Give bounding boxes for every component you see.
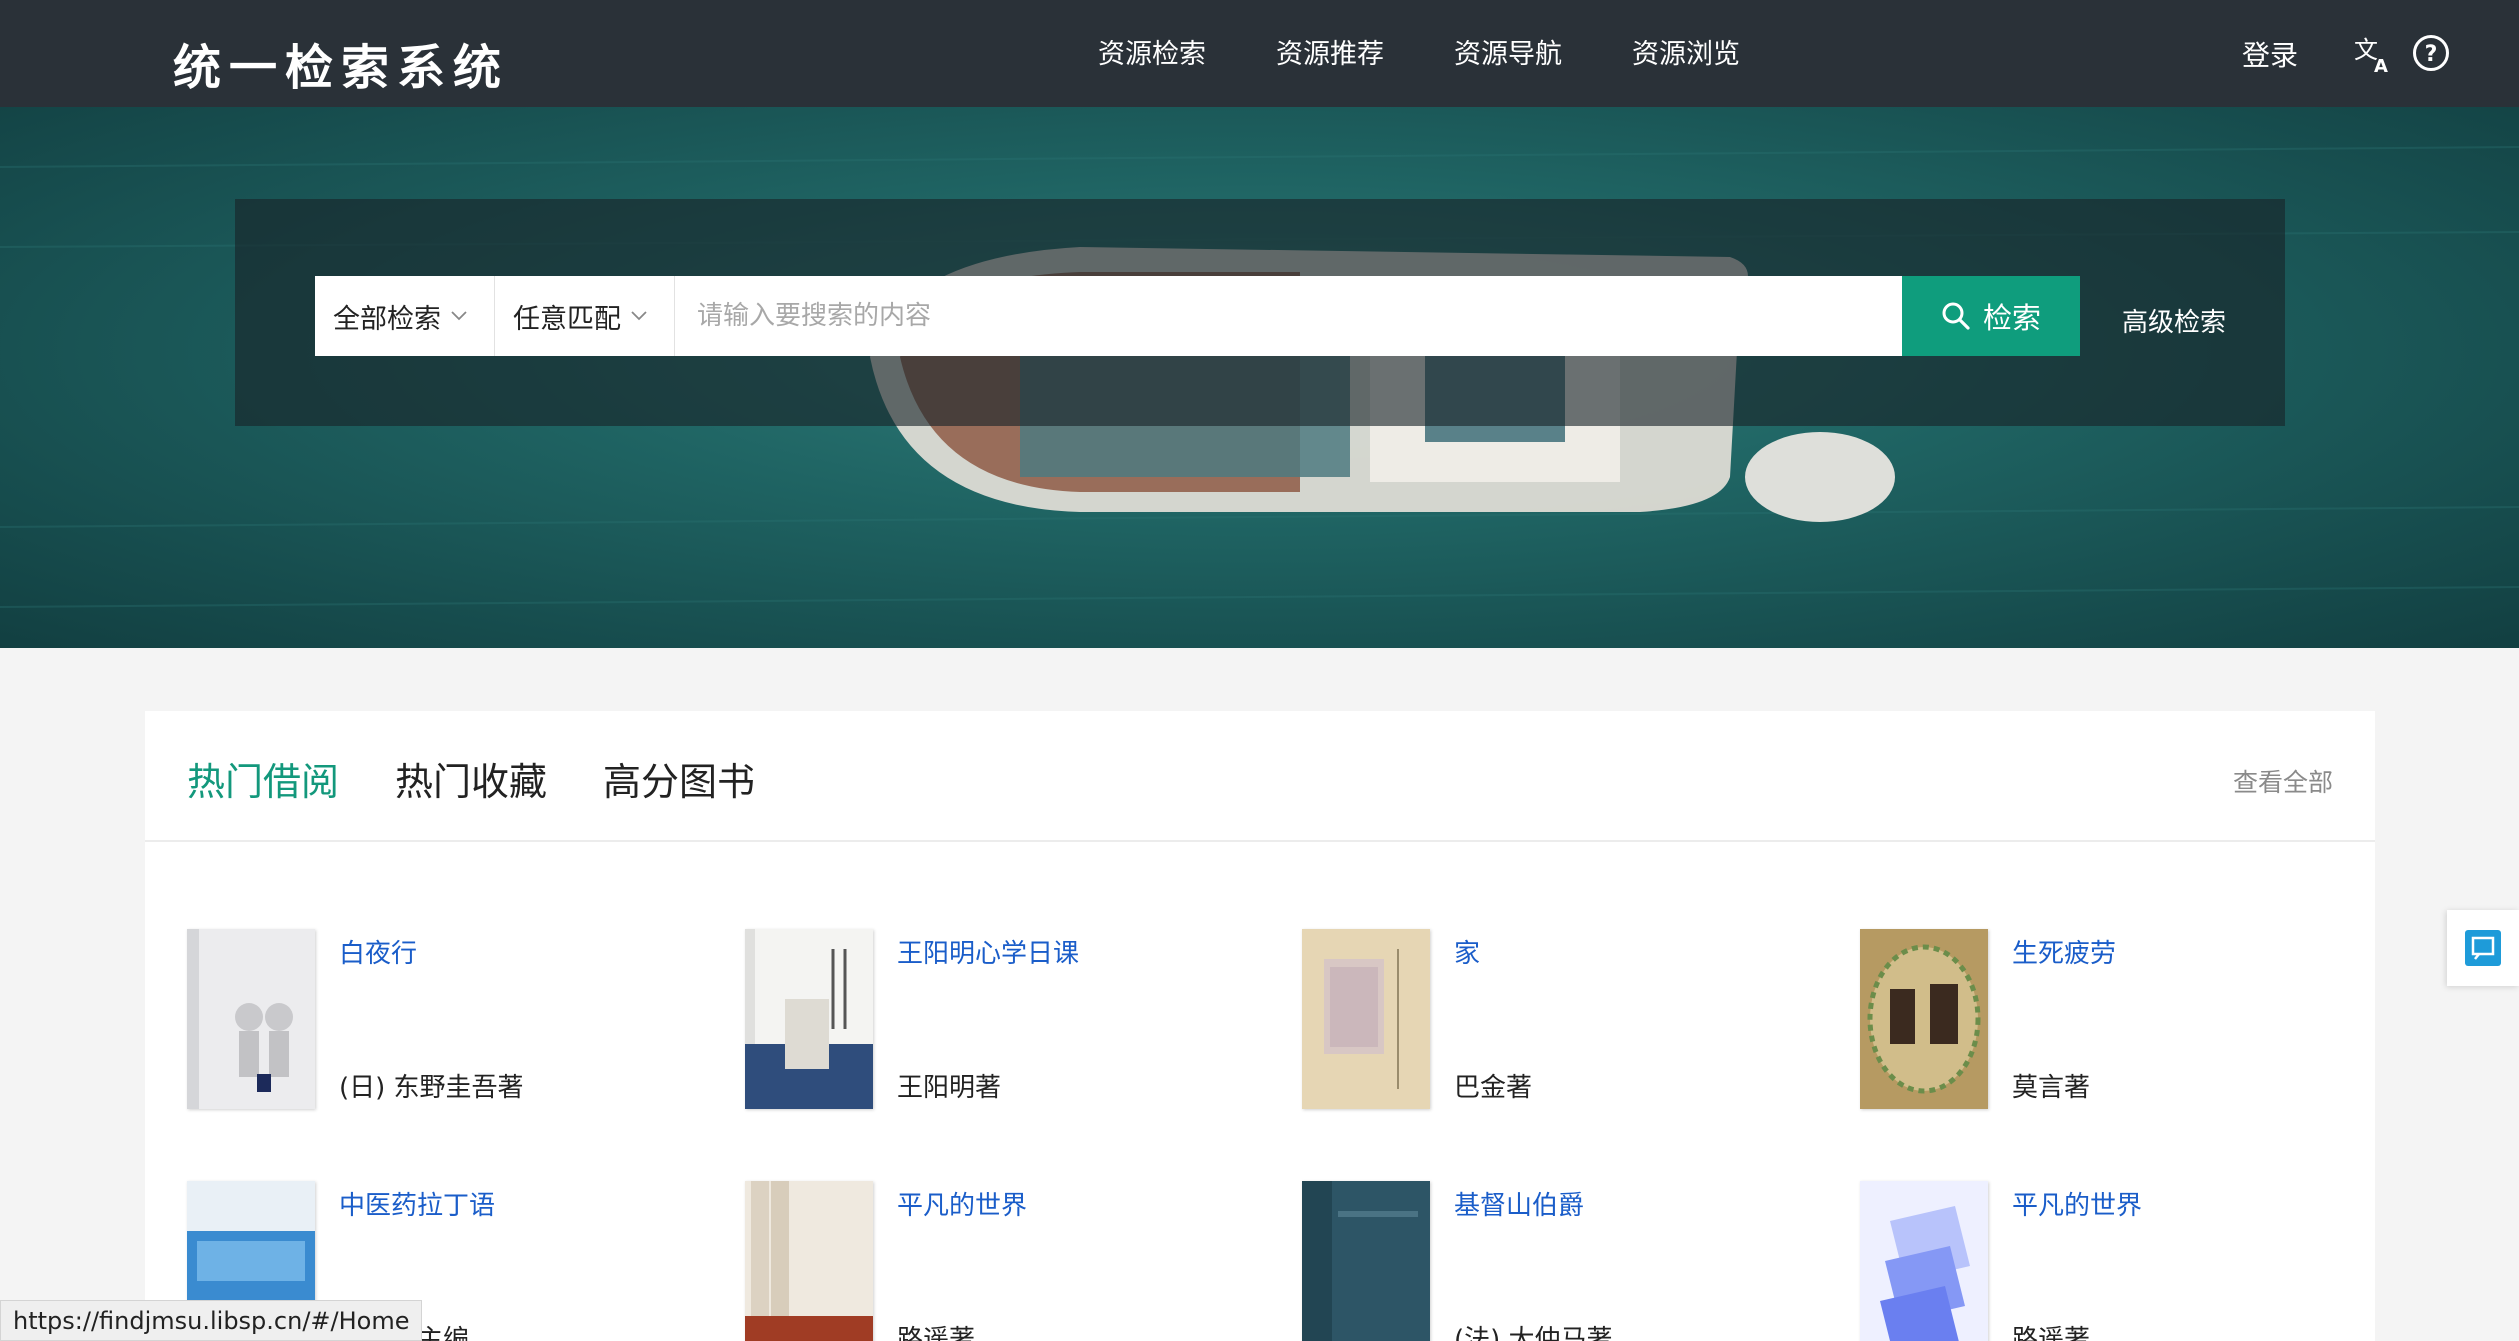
chevron-down-icon [451,311,467,321]
chat-icon [2465,930,2501,966]
hero-banner: 全部检索 任意匹配 检索 高级检索 [0,107,2519,648]
book-card[interactable]: 生死疲劳 莫言著 [1860,929,2380,1109]
book-title[interactable]: 基督山伯爵 [1454,1185,1584,1222]
search-panel: 全部检索 任意匹配 检索 高级检索 [235,199,2285,426]
book-cover[interactable] [745,1181,873,1341]
translate-icon[interactable]: 文 A [2352,34,2392,74]
book-title[interactable]: 家 [1454,933,1480,970]
book-title[interactable]: 中医药拉丁语 [339,1185,495,1222]
match-mode-dropdown[interactable]: 任意匹配 [495,276,675,356]
chevron-down-icon [631,311,647,321]
book-cover[interactable] [1860,1181,1988,1341]
advanced-search-link[interactable]: 高级检索 [2122,302,2226,339]
book-cover[interactable] [745,929,873,1109]
tab-hot-borrow[interactable]: 热门借阅 [187,751,339,806]
book-card[interactable]: 基督山伯爵 (法) 大仲马著 [1302,1181,1822,1341]
tab-hot-favorite[interactable]: 热门收藏 [395,751,547,806]
book-card[interactable]: 家 巴金著 [1302,929,1822,1109]
book-title[interactable]: 平凡的世界 [897,1185,1027,1222]
status-bar-url: https://findjmsu.libsp.cn/#/Home [0,1300,423,1341]
book-author: (日) 东野圭吾著 [339,1073,524,1103]
nav-item-resource-search[interactable]: 资源检索 [1098,32,1206,71]
book-cover[interactable] [1860,929,1988,1109]
book-card[interactable]: 平凡的世界 路遥著 [745,1181,1265,1341]
match-mode-value: 任意匹配 [513,303,621,335]
book-title[interactable]: 平凡的世界 [2012,1185,2142,1222]
search-scope-dropdown[interactable]: 全部检索 [315,276,495,356]
search-input[interactable] [675,276,1902,356]
book-cover[interactable] [187,929,315,1109]
help-icon[interactable]: ? [2412,34,2450,72]
tab-bar: 热门借阅 热门收藏 高分图书 [187,751,755,806]
nav-item-resource-browse[interactable]: 资源浏览 [1632,32,1740,71]
book-card[interactable]: 白夜行 (日) 东野圭吾著 [187,929,707,1109]
book-author: (法) 大仲马著 [1454,1325,1613,1341]
recommend-panel: 热门借阅 热门收藏 高分图书 查看全部 白夜行 (日) 东野圭吾著 王阳明心学日… [145,711,2375,1341]
book-card[interactable]: 平凡的世界 路遥著 [1860,1181,2380,1341]
book-author: 路遥著 [2012,1325,2091,1341]
book-title[interactable]: 王阳明心学日课 [897,933,1079,970]
book-card[interactable]: 王阳明心学日课 王阳明著 [745,929,1265,1109]
book-cover[interactable] [1302,929,1430,1109]
search-button[interactable]: 检索 [1902,276,2080,356]
search-icon [1942,302,1970,330]
floating-feedback-widget[interactable] [2447,910,2519,986]
tab-high-score[interactable]: 高分图书 [603,751,755,806]
book-title[interactable]: 白夜行 [339,933,417,970]
book-title[interactable]: 生死疲劳 [2012,933,2116,970]
svg-text:?: ? [2425,42,2438,67]
main-nav: 资源检索 资源推荐 资源导航 资源浏览 [1098,32,1740,71]
book-author: 莫言著 [2012,1073,2091,1103]
view-all-link[interactable]: 查看全部 [2233,763,2333,799]
svg-text:A: A [2374,56,2388,74]
search-scope-value: 全部检索 [333,303,441,335]
login-link[interactable]: 登录 [2242,34,2298,74]
divider [145,840,2375,842]
book-author: 王阳明著 [897,1073,1002,1103]
search-button-label: 检索 [1982,301,2041,335]
nav-item-resource-navigation[interactable]: 资源导航 [1454,32,1562,71]
book-author: 路遥著 [897,1325,976,1341]
book-cover[interactable] [1302,1181,1430,1341]
book-author: 巴金著 [1454,1073,1533,1103]
top-header: 统一检索系统 资源检索 资源推荐 资源导航 资源浏览 登录 文 A ? [0,0,2519,107]
site-logo[interactable]: 统一检索系统 [173,28,509,98]
nav-item-resource-recommend[interactable]: 资源推荐 [1276,32,1384,71]
search-bar: 全部检索 任意匹配 检索 [315,276,2080,356]
